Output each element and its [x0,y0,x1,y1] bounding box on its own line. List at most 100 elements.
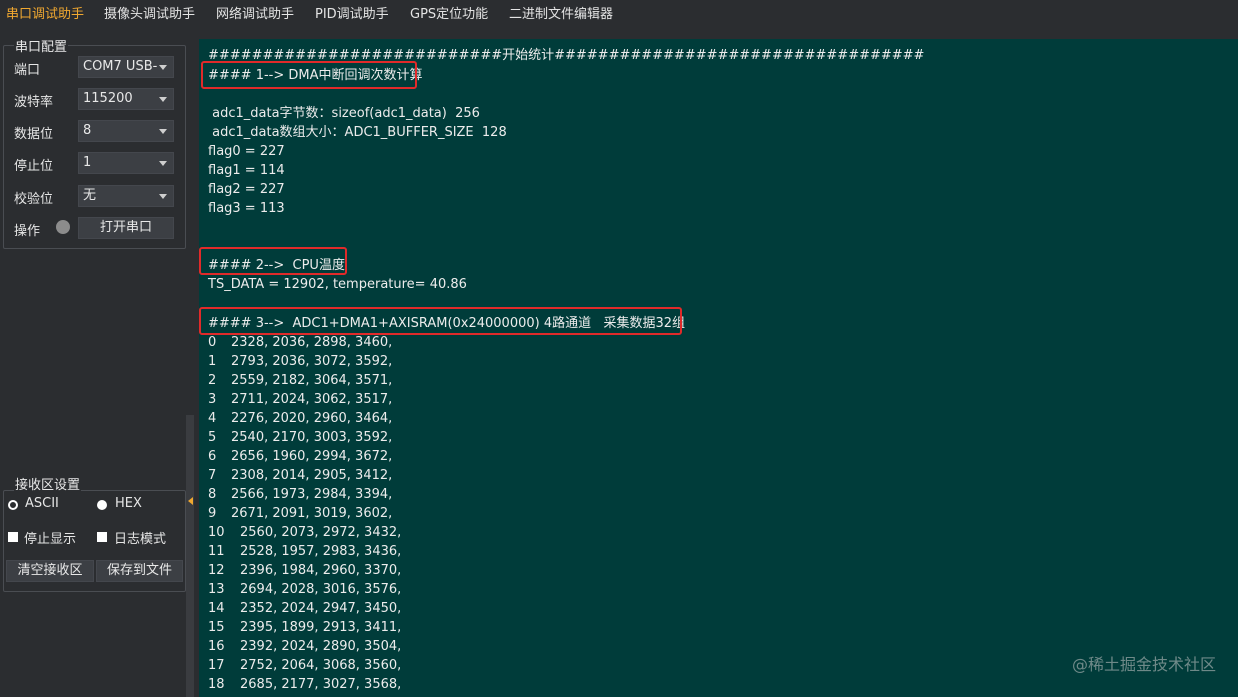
row-index: 17 [208,658,225,673]
parity-select[interactable]: 无 [78,185,174,207]
row-values: 2560, 2073, 2972, 3432, [240,525,402,540]
hex-label: HEX [115,496,142,511]
row-values: 2392, 2024, 2890, 3504, [240,639,402,654]
adc-size-line: adc1_data数组大小：ADC1_BUFFER_SIZE 128 [208,125,507,140]
adc-bytes-line: adc1_data字节数：sizeof(adc1_data) 256 [208,106,480,121]
tab-camera-assistant[interactable]: 摄像头调试助手 [104,0,195,30]
hex-radio[interactable] [97,500,107,510]
row-values: 2752, 2064, 3068, 3560, [240,658,402,673]
stop-display-checkbox[interactable] [8,532,18,542]
row-index: 15 [208,620,225,635]
row-index: 0 [208,335,217,350]
stopbits-select[interactable]: 1 [78,152,174,174]
data-row: 15 2395, 1899, 2913, 3411, [208,618,401,637]
row-values: 2540, 2170, 3003, 3592, [231,430,393,445]
databits-label: 数据位 [14,127,54,142]
databits-select[interactable]: 8 [78,120,174,142]
row-values: 2671, 2091, 3019, 3602, [231,506,393,521]
tab-gps[interactable]: GPS定位功能 [410,0,488,30]
row-values: 2656, 1960, 2994, 3672, [231,449,393,464]
databits-value: 8 [83,123,92,138]
row-index: 3 [208,392,217,407]
row-index: 10 [208,525,225,540]
chevron-down-icon [159,65,167,70]
data-row: 5 2540, 2170, 3003, 3592, [208,428,392,447]
row-values: 2528, 1957, 2983, 3436, [240,544,402,559]
menu-bar: 串口调试助手 摄像头调试助手 网络调试助手 PID调试助手 GPS定位功能 二进… [0,0,1238,30]
tab-network-assistant[interactable]: 网络调试助手 [216,0,294,30]
data-row: 9 2671, 2091, 3019, 3602, [208,504,392,523]
data-row: 10 2560, 2073, 2972, 3432, [208,523,401,542]
data-row: 8 2566, 1973, 2984, 3394, [208,485,392,504]
row-values: 2694, 2028, 3016, 3576, [240,582,402,597]
row-index: 14 [208,601,225,616]
row-index: 12 [208,563,225,578]
stopbits-label: 停止位 [14,159,54,174]
receive-settings-title: 接收区设置 [14,474,82,493]
chevron-down-icon [159,194,167,199]
flag3-line: flag3 = 113 [208,201,285,216]
row-index: 18 [208,677,225,692]
row-index: 16 [208,639,225,654]
row-index: 2 [208,373,217,388]
row-values: 2566, 1973, 2984, 3394, [231,487,393,502]
status-led-icon [56,220,70,234]
row-index: 4 [208,411,217,426]
row-values: 2396, 1984, 2960, 3370, [240,563,402,578]
row-index: 8 [208,487,217,502]
operation-label: 操作 [14,224,41,239]
data-row: 13 2694, 2028, 3016, 3576, [208,580,401,599]
data-row: 6 2656, 1960, 2994, 3672, [208,447,392,466]
collapse-arrow-icon[interactable] [188,497,193,505]
ascii-radio[interactable] [8,500,18,510]
row-values: 2793, 2036, 3072, 3592, [231,354,393,369]
log-mode-label: 日志模式 [114,532,167,547]
row-values: 2352, 2024, 2947, 3450, [240,601,402,616]
log-mode-checkbox[interactable] [97,532,107,542]
flag0-line: flag0 = 227 [208,144,285,159]
data-row: 7 2308, 2014, 2905, 3412, [208,466,392,485]
ascii-label: ASCII [25,496,59,511]
flag2-line: flag2 = 227 [208,182,285,197]
data-row: 1 2793, 2036, 3072, 3592, [208,352,392,371]
highlight-box-section3 [199,307,682,335]
data-row: 0 2328, 2036, 2898, 3460, [208,333,392,352]
data-row: 18 2685, 2177, 3027, 3568, [208,675,401,694]
row-values: 2711, 2024, 3062, 3517, [231,392,393,407]
sidebar: 串口配置 端口 COM7 USB-SERIAL CH340 波特率 115200… [0,30,198,697]
tab-pid-assistant[interactable]: PID调试助手 [315,0,389,30]
port-label: 端口 [14,63,41,78]
clear-receive-button[interactable]: 清空接收区 [6,560,94,582]
row-index: 6 [208,449,217,464]
port-value: COM7 USB-SERIAL CH340 [83,59,157,74]
data-row: 11 2528, 1957, 2983, 3436, [208,542,401,561]
row-index: 7 [208,468,217,483]
row-index: 13 [208,582,225,597]
tab-binary-editor[interactable]: 二进制文件编辑器 [509,0,613,30]
ts-data-line: TS_DATA = 12902, temperature= 40.86 [208,277,467,292]
data-row: 14 2352, 2024, 2947, 3450, [208,599,401,618]
row-values: 2559, 2182, 3064, 3571, [231,373,393,388]
port-select[interactable]: COM7 USB-SERIAL CH340 [78,56,174,78]
tab-serial-assistant[interactable]: 串口调试助手 [6,0,84,30]
receive-text-area[interactable]: ###########################开始统计#########… [199,39,1238,697]
chevron-down-icon [159,129,167,134]
row-values: 2276, 2020, 2960, 3464, [231,411,393,426]
save-to-file-button[interactable]: 保存到文件 [96,560,183,582]
row-values: 2328, 2036, 2898, 3460, [231,335,393,350]
data-row: 2 2559, 2182, 3064, 3571, [208,371,392,390]
highlight-box-section2 [199,247,347,275]
row-values: 2685, 2177, 3027, 3568, [240,677,402,692]
panel-splitter[interactable] [186,415,194,697]
flag1-line: flag1 = 114 [208,163,285,178]
row-values: 2308, 2014, 2905, 3412, [231,468,393,483]
row-index: 9 [208,506,217,521]
open-port-button[interactable]: 打开串口 [78,217,174,239]
parity-value: 无 [83,188,97,203]
stopbits-value: 1 [83,155,92,170]
baud-select[interactable]: 115200 [78,88,174,110]
parity-label: 校验位 [14,192,54,207]
stop-display-label: 停止显示 [24,532,77,547]
watermark: @稀土掘金技术社区 [1071,655,1216,674]
data-row: 3 2711, 2024, 3062, 3517, [208,390,392,409]
